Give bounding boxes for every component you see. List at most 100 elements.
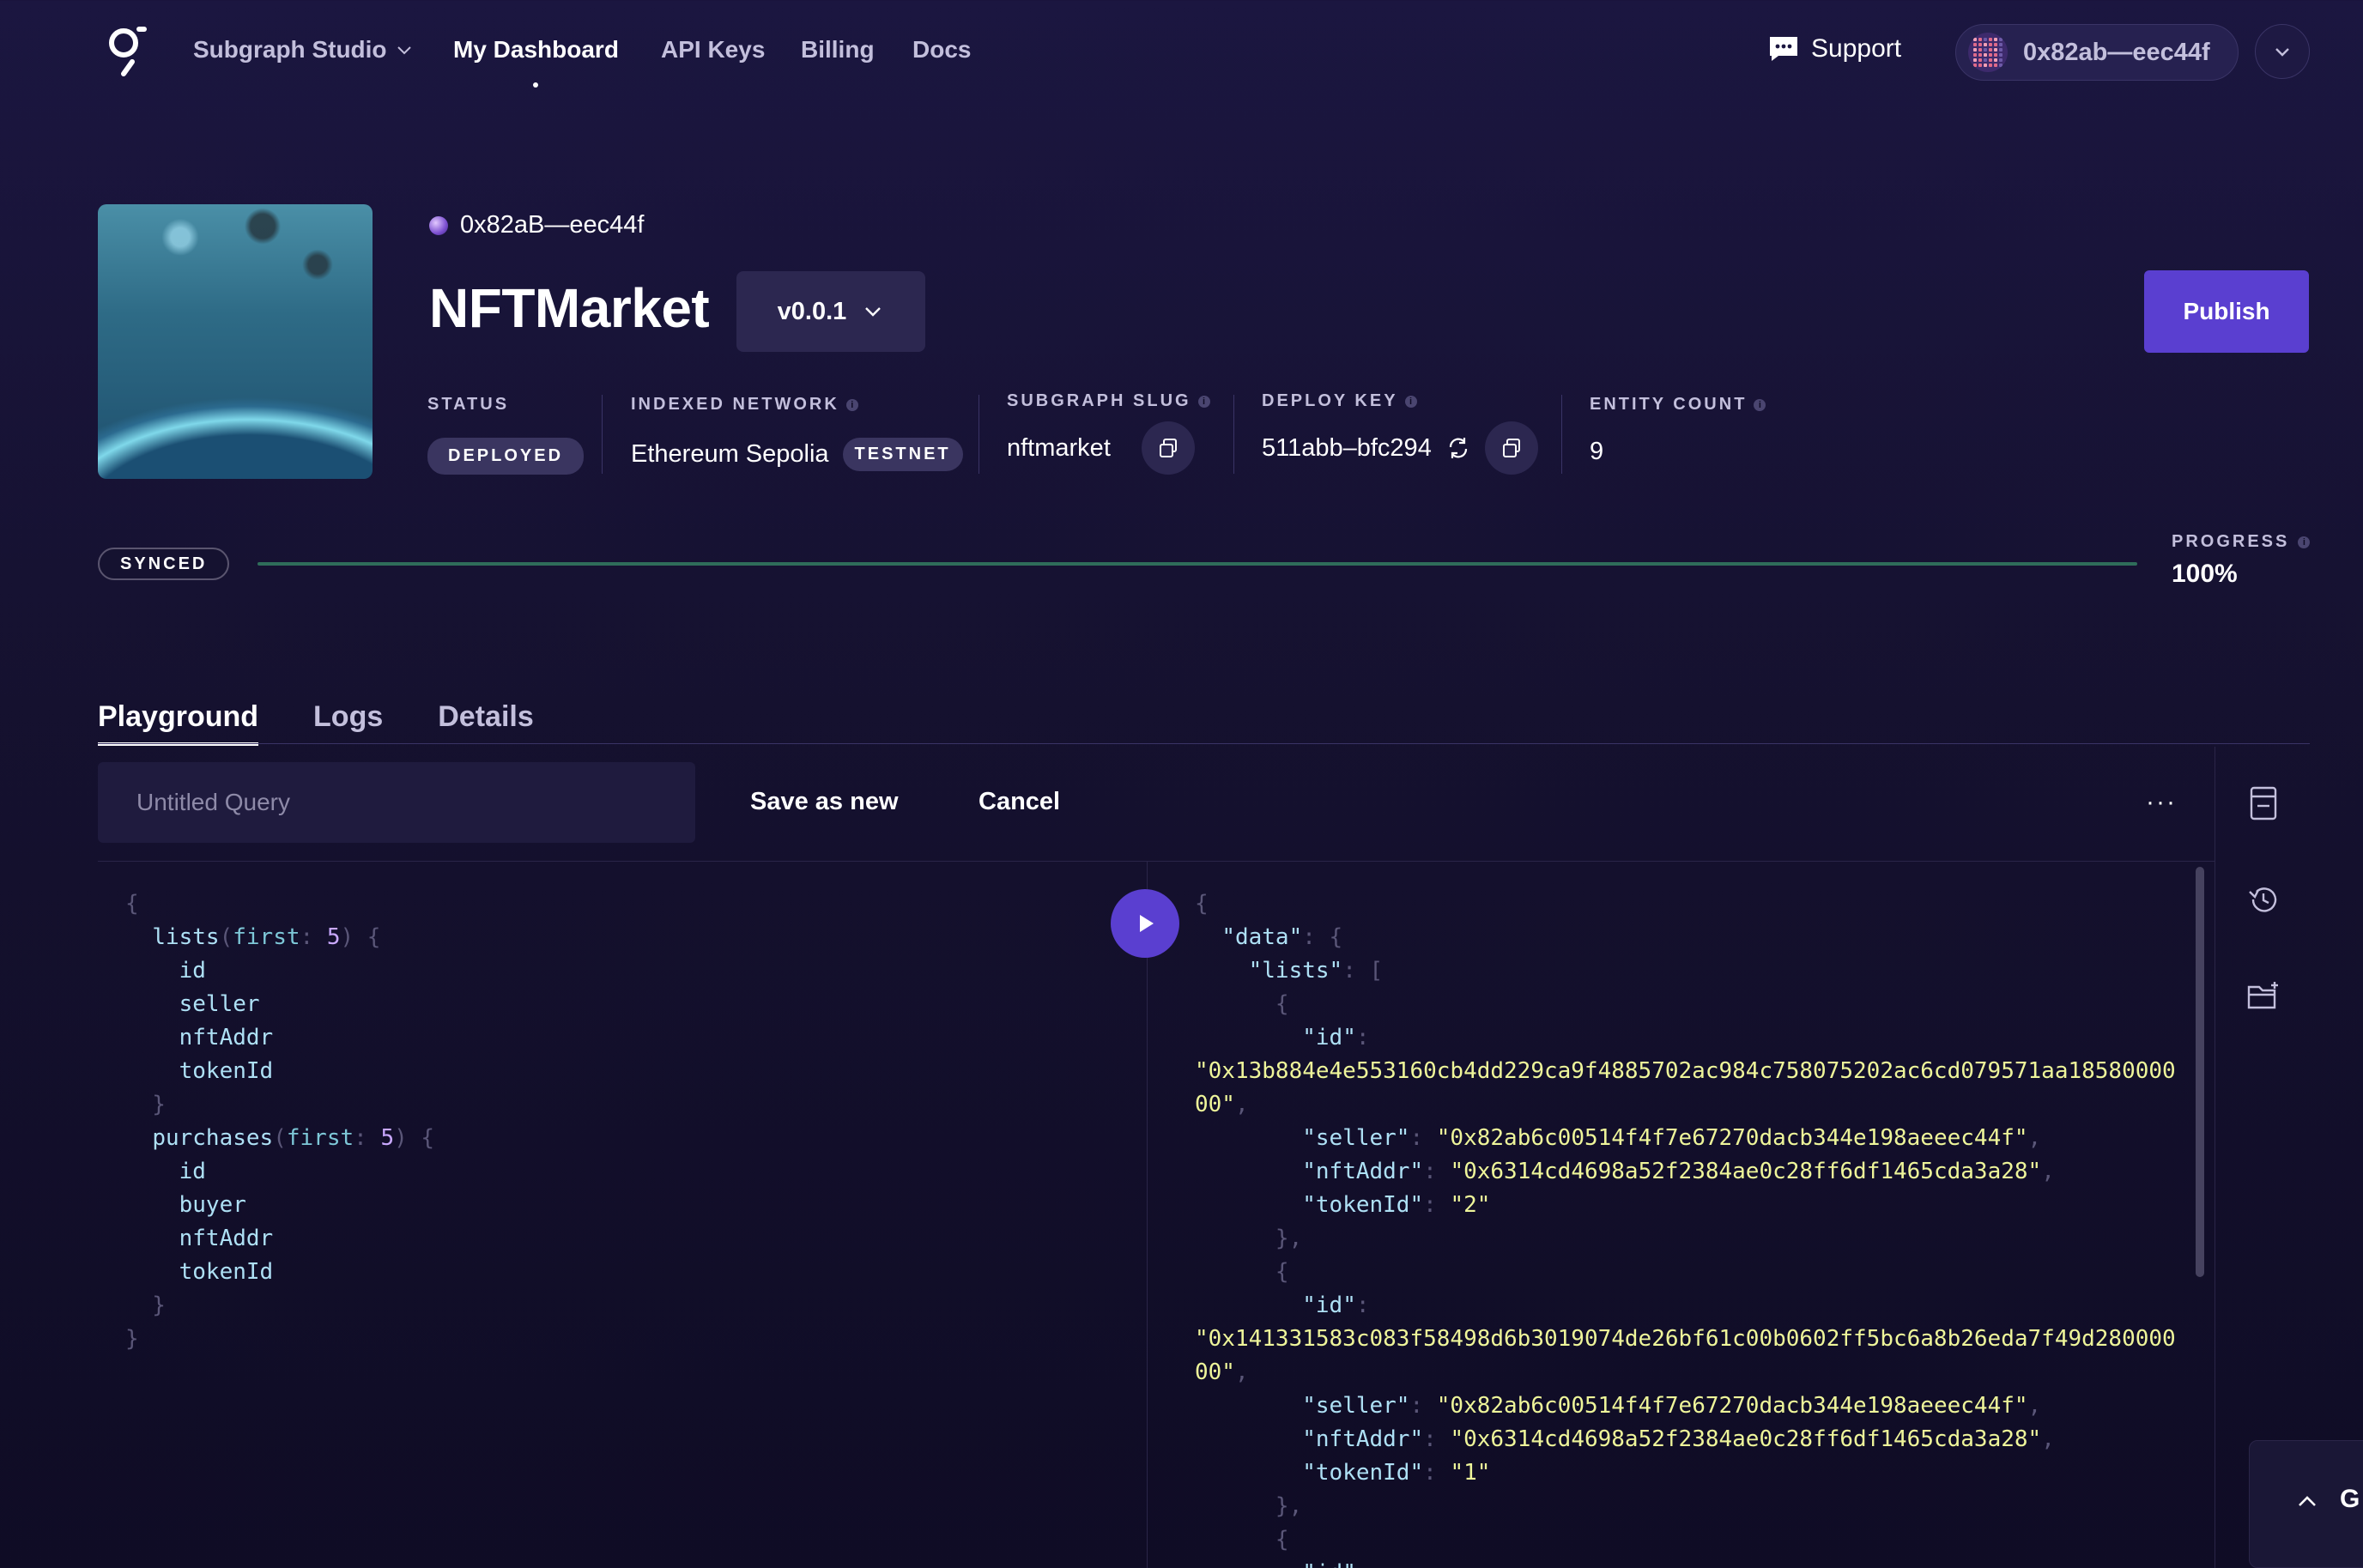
deploy-key-value: 511abb–bfc294 — [1262, 421, 1538, 475]
chevron-down-icon — [397, 46, 411, 55]
result-line: "tokenId": "1" — [1302, 1460, 1491, 1486]
support-label: Support — [1811, 34, 1902, 63]
result-line: "data": { — [1221, 924, 1343, 950]
result-line: "id": — [1302, 1025, 1370, 1050]
copy-deploy-key-button[interactable] — [1484, 421, 1538, 475]
nav-docs[interactable]: Docs — [912, 36, 971, 64]
query-name-input[interactable] — [98, 762, 695, 843]
nav-api-keys[interactable]: API Keys — [661, 36, 765, 64]
save-as-new-button[interactable]: Save as new — [750, 788, 899, 816]
graph-logo-icon[interactable] — [101, 24, 149, 79]
version-label: v0.0.1 — [777, 297, 847, 325]
query-line: lists(first: 5) { — [152, 924, 381, 950]
network-label: INDEXED NETWORK i — [631, 395, 858, 415]
more-options-button[interactable]: ··· — [2146, 788, 2177, 817]
testnet-badge: TESTNET — [842, 438, 963, 471]
copy-icon — [1159, 439, 1177, 457]
tab-logs[interactable]: Logs — [313, 700, 383, 746]
nav-my-dashboard[interactable]: My Dashboard — [453, 36, 619, 64]
floating-widget-label: G — [2340, 1485, 2360, 1513]
subgraph-tabs: Playground Logs Details — [98, 700, 534, 746]
status-value: DEPLOYED — [427, 438, 585, 475]
meta-divider — [1561, 395, 1562, 474]
saved-queries-button[interactable] — [2245, 977, 2282, 1014]
query-line: nftAddr — [179, 1025, 274, 1050]
chevron-down-icon — [865, 307, 882, 317]
result-line: "0x13b884e4e553160cb4dd229ca9f4885702ac9… — [1195, 1058, 2176, 1084]
query-line: id — [179, 958, 206, 984]
query-editor[interactable]: { lists(first: 5) { id seller nftAddr to… — [125, 887, 434, 1356]
result-line: "id" — [1195, 1560, 1356, 1568]
tab-details[interactable]: Details — [438, 700, 534, 746]
status-label: STATUS — [427, 395, 509, 415]
query-line: seller — [179, 991, 260, 1017]
result-scrollbar[interactable] — [2196, 867, 2204, 1277]
chevron-up-icon[interactable] — [2295, 1490, 2319, 1514]
network-value: Ethereum Sepolia TESTNET — [631, 438, 963, 471]
info-icon[interactable]: i — [1754, 398, 1766, 411]
slug-text: nftmarket — [1007, 433, 1111, 462]
entity-count-label: ENTITY COUNT i — [1590, 395, 1766, 415]
meta-divider — [1233, 395, 1234, 474]
result-viewer[interactable]: { "data": { "lists": [ { "id": "0x13b884… — [1195, 887, 2176, 1568]
network-label-text: INDEXED NETWORK — [631, 395, 839, 414]
info-icon[interactable]: i — [1197, 395, 1210, 408]
subgraph-thumbnail — [98, 204, 373, 479]
editor-divider — [1147, 861, 1148, 1568]
tabs-divider — [98, 743, 2310, 744]
sync-progress-bar — [258, 562, 2137, 566]
publish-button[interactable]: Publish — [2144, 270, 2309, 353]
query-line: tokenId — [179, 1259, 274, 1285]
query-line: buyer — [179, 1192, 246, 1218]
chevron-down-icon — [2275, 48, 2289, 57]
support-link[interactable]: Support — [1768, 34, 1901, 64]
result-line: "seller": "0x82ab6c00514f4f7e67270dacb34… — [1302, 1125, 2042, 1151]
result-line: "lists": [ — [1248, 958, 1384, 984]
meta-divider — [602, 395, 603, 474]
nav-billing[interactable]: Billing — [801, 36, 875, 64]
cancel-button[interactable]: Cancel — [979, 788, 1060, 816]
progress-value: 100% — [2172, 560, 2238, 588]
history-icon — [2249, 887, 2277, 912]
book-icon — [2250, 786, 2277, 820]
refresh-icon[interactable] — [1445, 435, 1471, 461]
active-nav-indicator — [533, 82, 538, 88]
run-query-button[interactable] — [1111, 889, 1179, 958]
entity-count-label-text: ENTITY COUNT — [1590, 395, 1748, 414]
version-select[interactable]: v0.0.1 — [736, 271, 925, 352]
info-icon[interactable]: i — [845, 398, 858, 411]
account-button[interactable]: 0x82ab—eec44f — [1955, 24, 2239, 81]
documentation-button[interactable] — [2245, 784, 2282, 822]
result-line: 00", — [1195, 1092, 1249, 1117]
slug-label: SUBGRAPH SLUG i — [1007, 391, 1210, 411]
slug-label-text: SUBGRAPH SLUG — [1007, 391, 1191, 410]
tab-playground[interactable]: Playground — [98, 700, 259, 746]
owner-address: 0x82aB—eec44f — [460, 211, 645, 239]
account-avatar — [1968, 33, 2008, 72]
sync-progress-fill — [258, 562, 2137, 566]
toolbar-divider — [98, 861, 2215, 862]
info-icon[interactable]: i — [1404, 395, 1417, 408]
chat-bubble-icon — [1770, 37, 1797, 61]
result-line: "seller": "0x82ab6c00514f4f7e67270dacb34… — [1302, 1393, 2042, 1419]
history-button[interactable] — [2245, 881, 2282, 918]
owner-line: 0x82aB—eec44f — [429, 211, 644, 239]
result-line: "nftAddr": "0x6314cd4698a52f2384ae0c28ff… — [1302, 1159, 2055, 1184]
query-line: tokenId — [179, 1058, 274, 1084]
info-icon[interactable]: i — [2298, 536, 2311, 548]
sync-status-badge: SYNCED — [98, 548, 230, 580]
deploy-key-text: 511abb–bfc294 — [1262, 433, 1432, 462]
subgraph-title: NFTMarket — [429, 277, 710, 339]
progress-label-text: PROGRESS — [2172, 532, 2290, 551]
result-line: 00", — [1195, 1359, 1249, 1385]
slug-value: nftmarket — [1007, 421, 1195, 475]
folder-add-icon — [2247, 982, 2278, 1009]
network-name: Ethereum Sepolia — [631, 440, 829, 468]
account-menu-button[interactable] — [2255, 24, 2310, 79]
progress-label: PROGRESS i — [2172, 532, 2311, 552]
result-line: "id": — [1302, 1293, 1370, 1318]
play-icon — [1140, 915, 1154, 932]
query-line: id — [179, 1159, 206, 1184]
copy-slug-button[interactable] — [1141, 421, 1195, 475]
nav-subgraph-studio[interactable]: Subgraph Studio — [193, 36, 413, 64]
